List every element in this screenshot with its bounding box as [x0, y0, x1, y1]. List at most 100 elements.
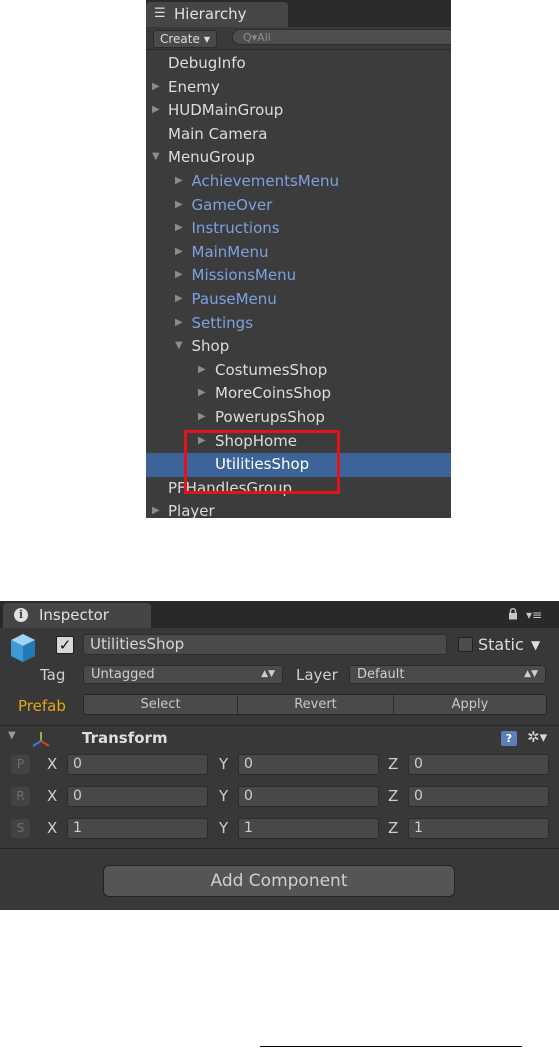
collapsed-arrow-icon[interactable]: ▶	[198, 359, 206, 381]
axis-x-label: X	[47, 819, 58, 837]
prefab-apply-button[interactable]: Apply	[394, 695, 546, 714]
hierarchy-item[interactable]: ▶ ShopHome	[146, 430, 451, 454]
scale-y-field[interactable]: 1	[238, 818, 379, 839]
hierarchy-item-label: Shop	[191, 337, 230, 356]
collapsed-arrow-icon[interactable]: ▶	[198, 430, 206, 452]
position-reset-button[interactable]: P	[11, 755, 30, 774]
inspector-panel: i Inspector ▾≡ ✓ UtilitiesShop Static ▼ …	[0, 601, 559, 910]
collapsed-arrow-icon[interactable]: ▶	[152, 99, 160, 121]
position-x-field[interactable]: 0	[67, 754, 208, 775]
inspector-tab-bar: i Inspector ▾≡	[0, 601, 559, 628]
hierarchy-item[interactable]: ▶ CostumesShop	[146, 359, 451, 383]
static-checkbox[interactable]	[458, 637, 473, 652]
search-placeholder: Q▾All	[243, 31, 271, 44]
tab-hierarchy[interactable]: ☰ Hierarchy	[146, 2, 288, 27]
hierarchy-item[interactable]: DebugInfo	[146, 52, 451, 76]
prefab-revert-button[interactable]: Revert	[238, 695, 393, 714]
rotation-x-field[interactable]: 0	[67, 786, 208, 807]
hierarchy-item[interactable]: ▶ Instructions	[146, 217, 451, 241]
foldout-arrow-icon[interactable]: ▼	[8, 730, 16, 742]
inspector-tab-label: Inspector	[39, 606, 109, 624]
collapsed-arrow-icon[interactable]: ▶	[175, 217, 183, 239]
lock-icon[interactable]	[508, 608, 518, 620]
gear-icon[interactable]: ✲▾	[527, 728, 547, 746]
axis-z-label: Z	[388, 755, 399, 773]
active-checkbox[interactable]: ✓	[56, 636, 74, 654]
scale-x-field[interactable]: 1	[67, 818, 208, 839]
hierarchy-item[interactable]: ▶ PowerupsShop	[146, 406, 451, 430]
object-name-field[interactable]: UtilitiesShop	[83, 634, 447, 655]
collapsed-arrow-icon[interactable]: ▶	[198, 382, 206, 404]
tag-label: Tag	[40, 666, 66, 684]
tag-value: Untagged	[91, 667, 155, 682]
hierarchy-item[interactable]: UtilitiesShop	[146, 453, 451, 477]
hierarchy-item[interactable]: ▼ MenuGroup	[146, 146, 451, 170]
hierarchy-item[interactable]: ▶ MissionsMenu	[146, 264, 451, 288]
hierarchy-item[interactable]: ▶ GameOver	[146, 194, 451, 218]
collapsed-arrow-icon[interactable]: ▶	[175, 288, 183, 310]
prefab-button-group: Select Revert Apply	[83, 694, 547, 715]
hierarchy-item-label: AchievementsMenu	[191, 172, 339, 190]
hierarchy-item-label: MoreCoinsShop	[215, 384, 332, 403]
hierarchy-item[interactable]: ▼ Shop	[146, 335, 451, 359]
hierarchy-item[interactable]: ▶ Settings	[146, 312, 451, 336]
axis-x-label: X	[47, 787, 58, 805]
collapsed-arrow-icon[interactable]: ▶	[175, 170, 183, 192]
tag-dropdown[interactable]: Untagged ▲▼	[83, 665, 283, 684]
updown-arrows-icon: ▲▼	[524, 669, 538, 679]
transform-axis-icon	[32, 732, 50, 747]
axis-y-label: Y	[219, 755, 229, 773]
hierarchy-item-label: MissionsMenu	[191, 266, 297, 285]
collapsed-arrow-icon[interactable]: ▶	[152, 500, 160, 518]
prefab-select-button[interactable]: Select	[84, 695, 237, 714]
expanded-arrow-icon[interactable]: ▼	[152, 146, 160, 168]
updown-arrows-icon: ▲▼	[261, 669, 275, 679]
static-dropdown-arrow-icon[interactable]: ▼	[531, 634, 540, 656]
rotation-z-field[interactable]: 0	[408, 786, 549, 807]
collapsed-arrow-icon[interactable]: ▶	[175, 264, 183, 286]
position-y-field[interactable]: 0	[238, 754, 379, 775]
hierarchy-item-label: PauseMenu	[191, 290, 277, 308]
scale-z-field[interactable]: 1	[408, 818, 549, 839]
hierarchy-tab-label: Hierarchy	[174, 5, 247, 23]
position-z-field[interactable]: 0	[408, 754, 549, 775]
scale-reset-button[interactable]: S	[11, 819, 30, 838]
hierarchy-item[interactable]: ▶ AchievementsMenu	[146, 170, 451, 194]
create-button[interactable]: Create ▼	[153, 30, 218, 48]
help-icon[interactable]: ?	[501, 731, 517, 746]
collapsed-arrow-icon[interactable]: ▶	[198, 406, 206, 428]
add-component-button[interactable]: Add Component	[103, 865, 455, 897]
transform-component-header[interactable]: ▼ Transform ? ✲▾	[0, 726, 559, 750]
rotation-y-field[interactable]: 0	[238, 786, 379, 807]
hierarchy-item-label: GameOver	[191, 195, 273, 214]
expanded-arrow-icon[interactable]: ▼	[175, 335, 183, 357]
collapsed-arrow-icon[interactable]: ▶	[175, 194, 183, 216]
hierarchy-panel: ☰ Hierarchy Create ▼ Q▾All DebugInfo ▶ Enem…	[146, 0, 451, 518]
panel-menu-icon[interactable]: ▾≡	[526, 609, 542, 621]
hierarchy-toolbar: Create ▼ Q▾All	[146, 27, 451, 50]
layer-dropdown[interactable]: Default ▲▼	[349, 665, 546, 684]
hierarchy-item-label: PowerupsShop	[215, 408, 325, 426]
hierarchy-item[interactable]: ▶ Player	[146, 500, 451, 518]
tab-inspector[interactable]: i Inspector	[3, 603, 151, 628]
scale-row: S X 1 Y 1 Z 1	[0, 816, 559, 840]
axis-y-label: Y	[219, 787, 229, 805]
collapsed-arrow-icon[interactable]: ▶	[152, 76, 160, 98]
hierarchy-item[interactable]: ▶ MoreCoinsShop	[146, 382, 451, 406]
hierarchy-item[interactable]: ▶ Enemy	[146, 76, 451, 100]
hierarchy-item-label: PFHandlesGroup	[168, 478, 293, 497]
rotation-row: R X 0 Y 0 Z 0	[0, 784, 559, 808]
hierarchy-item-label: ShopHome	[215, 431, 298, 450]
hierarchy-item[interactable]: ▶ HUDMainGroup	[146, 99, 451, 123]
rotation-reset-button[interactable]: R	[11, 787, 30, 806]
list-icon: ☰	[154, 6, 166, 21]
hierarchy-search-input[interactable]: Q▾All	[232, 29, 451, 45]
hierarchy-item-label: DebugInfo	[168, 54, 246, 72]
collapsed-arrow-icon[interactable]: ▶	[175, 241, 183, 263]
collapsed-arrow-icon[interactable]: ▶	[175, 312, 183, 334]
hierarchy-item-label: Player	[168, 502, 215, 518]
hierarchy-item[interactable]: Main Camera	[146, 123, 451, 147]
hierarchy-item[interactable]: ▶ MainMenu	[146, 241, 451, 265]
hierarchy-item[interactable]: ▶ PauseMenu	[146, 288, 451, 312]
hierarchy-item[interactable]: PFHandlesGroup	[146, 477, 451, 501]
